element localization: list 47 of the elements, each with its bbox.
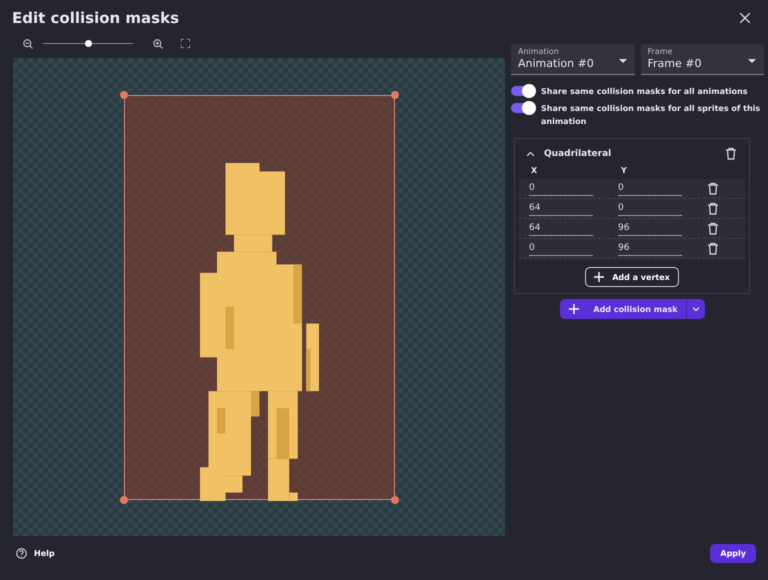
number-field[interactable]: 0	[529, 182, 593, 196]
number-field[interactable]: 96	[618, 242, 682, 256]
help-icon	[16, 548, 27, 558]
plus-icon	[569, 304, 580, 314]
apply-button[interactable]: Apply	[710, 544, 756, 562]
trash-icon[interactable]	[707, 222, 719, 235]
number-field[interactable]: 0	[529, 242, 593, 256]
zoom-in-icon[interactable]	[153, 38, 163, 49]
add-collision-mask-button[interactable]: Add collision mask	[560, 299, 705, 319]
mask-vertex-handle[interactable]	[120, 90, 128, 99]
mask-vertex-handle[interactable]	[391, 496, 399, 504]
dropdown-field[interactable]: Animation Animation #0	[511, 44, 634, 75]
dropdown-field[interactable]: Frame Frame #0	[640, 44, 764, 75]
mask-vertex-handle[interactable]	[120, 496, 128, 504]
mask-title: Quadrilateral	[544, 148, 612, 158]
field-label: Animation	[518, 47, 559, 56]
fullscreen-icon[interactable]	[181, 39, 190, 48]
caret-icon	[692, 307, 699, 311]
toggle-switch[interactable]	[511, 103, 535, 113]
dialog-title: Edit collision masks	[12, 9, 179, 27]
column-header: Y	[621, 166, 627, 175]
number-field[interactable]: 96	[618, 222, 682, 236]
mask-vertex-handle[interactable]	[391, 90, 399, 99]
column-header: X	[531, 166, 538, 175]
dropdown-caret-icon	[748, 59, 756, 63]
trash-icon[interactable]	[707, 202, 719, 215]
trash-icon[interactable]	[707, 182, 719, 195]
trash-icon[interactable]	[725, 147, 737, 160]
toggle-label: Share same collision masks for all animations	[541, 86, 748, 98]
caret-icon[interactable]	[527, 152, 534, 156]
slider-thumb[interactable]	[84, 40, 92, 48]
toggle-label: Share same collision masks for all sprites of this animation	[541, 103, 762, 128]
field-value: Frame #0	[648, 57, 702, 70]
zoom-out-icon[interactable]	[23, 38, 33, 49]
toggle-switch[interactable]	[511, 86, 535, 96]
trash-icon[interactable]	[707, 242, 719, 255]
number-field[interactable]: 64	[529, 222, 593, 236]
number-field[interactable]: 0	[618, 182, 682, 196]
number-field[interactable]: 0	[618, 202, 682, 216]
field-label: Frame	[648, 47, 672, 56]
field-value: Animation #0	[518, 57, 594, 70]
close-icon[interactable]	[740, 13, 750, 23]
add-vertex-button[interactable]: Add a vertex	[585, 267, 679, 287]
help-button[interactable]: Help	[16, 548, 55, 558]
dropdown-caret-icon	[618, 59, 626, 63]
number-field[interactable]: 64	[529, 202, 593, 216]
plus-icon	[594, 272, 604, 282]
